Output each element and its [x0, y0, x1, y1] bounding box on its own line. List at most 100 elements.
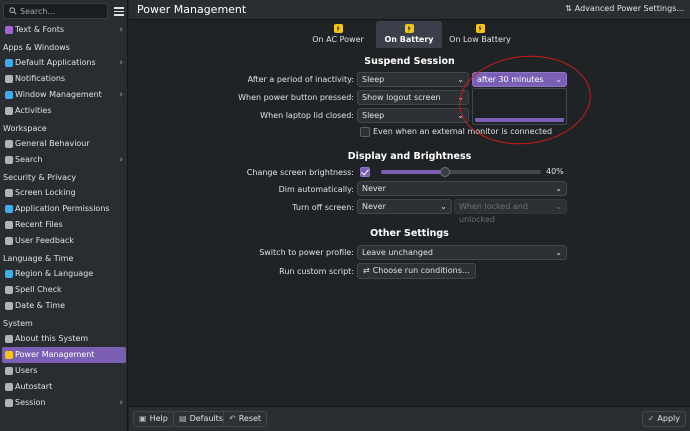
sidebar-item-region-language[interactable]: Region & Language [2, 266, 126, 282]
session-icon [5, 399, 13, 407]
other-settings-title: Other Settings [370, 228, 449, 239]
sidebar-item-session[interactable]: Session › [2, 395, 126, 411]
screen-locking-icon [5, 189, 13, 197]
sidebar-item-spell-check[interactable]: Spell Check [2, 282, 126, 298]
custom-script-label: Run custom script: [279, 267, 354, 276]
recent-files-icon [5, 221, 13, 229]
text-fonts-icon [5, 26, 13, 34]
chevron-down-icon: ⌄ [457, 75, 464, 84]
sidebar-item-activities[interactable]: Activities [2, 103, 126, 119]
tab-on-battery[interactable]: On Battery [376, 21, 442, 48]
help-button[interactable]: ▣ Help [133, 411, 174, 427]
activities-icon [5, 107, 13, 115]
sidebar-item-about-this-system[interactable]: About this System [2, 331, 126, 347]
external-monitor-checkbox[interactable] [360, 127, 370, 137]
battery-bolt-icon [475, 24, 485, 33]
sidebar-item-application-permissions[interactable]: Application Permissions [2, 201, 126, 217]
defaults-icon: ▤ [179, 414, 187, 423]
turn-off-screen-label: Turn off screen: [292, 203, 354, 212]
sidebar-item-label: Region & Language [15, 269, 94, 278]
about-system-icon [5, 335, 13, 343]
general-behaviour-icon [5, 140, 13, 148]
search-box[interactable] [3, 3, 108, 19]
chevron-down-icon: ⌄ [440, 202, 447, 211]
sidebar-item-default-applications[interactable]: Default Applications › [2, 55, 126, 71]
sidebar-item-label: General Behaviour [15, 139, 90, 148]
sidebar-item-notifications[interactable]: Notifications [2, 71, 126, 87]
turn-off-screen-value: Never [362, 202, 386, 211]
brightness-slider[interactable] [381, 167, 541, 177]
choose-run-conditions-button[interactable]: ⇄ Choose run conditions... [357, 263, 476, 279]
spell-check-icon [5, 286, 13, 294]
defaults-button[interactable]: ▤ Defaults [173, 411, 229, 427]
tab-bar: On AC Power On Battery On Low Battery [129, 21, 690, 48]
sidebar-section-title: Language & Time [3, 254, 74, 263]
power-profile-select[interactable]: Leave unchanged ⌄ [357, 245, 567, 260]
apply-button[interactable]: ✓ Apply [641, 411, 686, 427]
chevron-right-icon: › [119, 25, 123, 35]
sidebar-item-label: Power Management [15, 350, 95, 359]
sidebar-item-label: Screen Locking [15, 188, 76, 197]
defaults-label: Defaults [189, 414, 223, 423]
sidebar-item-label: Default Applications [15, 58, 96, 67]
date-time-icon [5, 302, 13, 310]
sidebar-item-text-fonts[interactable]: Text & Fonts › [2, 22, 126, 38]
sidebar-item-label: User Feedback [15, 236, 74, 245]
sidebar-item-autostart[interactable]: Autostart [2, 379, 126, 395]
brightness-slider-fill [381, 170, 445, 174]
brightness-checkbox[interactable] [360, 167, 370, 177]
power-button-select[interactable]: Show logout screen ⌄ [357, 90, 469, 105]
sidebar-section-title: Apps & Windows [3, 43, 70, 52]
sidebar-item-search[interactable]: Search › [2, 152, 126, 168]
search-input[interactable] [20, 5, 105, 17]
sidebar-item-date-time[interactable]: Date & Time [2, 298, 126, 314]
brightness-value: 40% [546, 167, 564, 176]
advanced-power-settings-label: Advanced Power Settings... [574, 4, 684, 13]
main-content: Suspend Session After a period of inacti… [129, 48, 690, 406]
display-brightness-title: Display and Brightness [347, 151, 472, 162]
advanced-power-settings-button[interactable]: ⇅ Advanced Power Settings... [565, 4, 684, 13]
search-row [3, 3, 125, 19]
tab-label: On Low Battery [449, 35, 511, 44]
sidebar-section-title: System [3, 319, 33, 328]
sidebar-item-label: Window Management [15, 90, 102, 99]
sidebar-item-power-management[interactable]: Power Management [2, 347, 126, 363]
help-icon: ▣ [139, 414, 147, 423]
chevron-right-icon: › [119, 90, 123, 100]
help-label: Help [149, 414, 168, 423]
run-conditions-icon: ⇄ [363, 266, 370, 275]
power-button-label: When power button pressed: [238, 93, 354, 102]
hamburger-menu-icon[interactable] [113, 5, 125, 17]
sidebar-item-label: Notifications [15, 74, 66, 83]
sidebar-item-general-behaviour[interactable]: General Behaviour [2, 136, 126, 152]
sidebar-item-user-feedback[interactable]: User Feedback [2, 233, 126, 249]
sidebar-section-title: Security & Privacy [3, 173, 77, 182]
sidebar-item-window-management[interactable]: Window Management › [2, 87, 126, 103]
turn-off-screen-select[interactable]: Never ⌄ [357, 199, 452, 214]
sidebar: Text & Fonts › Apps & Windows Default Appli… [0, 0, 128, 431]
sidebar-item-label: About this System [15, 334, 89, 343]
lid-closed-select[interactable]: Sleep ⌄ [357, 108, 469, 123]
sidebar-item-screen-locking[interactable]: Screen Locking [2, 185, 126, 201]
brightness-slider-handle[interactable] [440, 167, 450, 177]
default-apps-icon [5, 59, 13, 67]
users-icon [5, 367, 13, 375]
notifications-icon [5, 75, 13, 83]
dim-automatically-select[interactable]: Never ⌄ [357, 181, 567, 196]
search-icon [9, 7, 17, 15]
sidebar-item-label: Users [15, 366, 38, 375]
tab-on-ac-power[interactable]: On AC Power [303, 21, 373, 48]
tab-on-low-battery[interactable]: On Low Battery [445, 21, 515, 48]
window-management-icon [5, 91, 13, 99]
inactivity-action-select[interactable]: Sleep ⌄ [357, 72, 469, 87]
sidebar-item-users[interactable]: Users [2, 363, 126, 379]
battery-bolt-icon [333, 24, 343, 33]
user-feedback-icon [5, 237, 13, 245]
tab-label: On AC Power [312, 35, 364, 44]
suspend-session-title: Suspend Session [364, 56, 455, 67]
reset-button[interactable]: ↶ Reset [223, 411, 268, 427]
sidebar-item-recent-files[interactable]: Recent Files [2, 217, 126, 233]
sidebar-item-label: Activities [15, 106, 52, 115]
region-language-icon [5, 270, 13, 278]
page-title: Power Management [137, 3, 247, 16]
